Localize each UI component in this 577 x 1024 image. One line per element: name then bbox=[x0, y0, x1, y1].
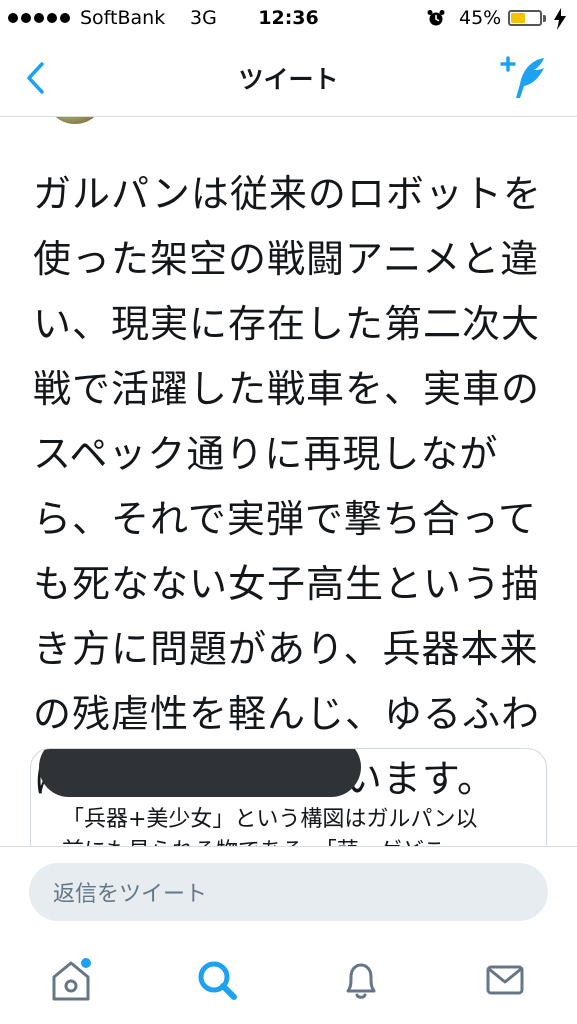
search-icon bbox=[198, 961, 237, 1000]
reply-input[interactable]: 返信をツイート bbox=[29, 863, 548, 921]
battery-tip bbox=[543, 15, 546, 22]
home-icon bbox=[52, 958, 91, 1001]
nav-header: ツイート bbox=[0, 40, 577, 117]
tweet-text: ガルパンは従来のロボットを使った架空の戦闘アニメと違い、現実に存在した第二次大戦… bbox=[33, 172, 542, 801]
tab-notifications[interactable] bbox=[316, 936, 406, 1024]
bell-icon bbox=[346, 963, 376, 999]
alarm-clock-icon bbox=[427, 10, 445, 26]
reply-bar: 返信をツイート bbox=[0, 846, 577, 937]
notification-dot bbox=[81, 958, 91, 968]
reply-placeholder: 返信をツイート bbox=[53, 882, 208, 907]
mail-icon bbox=[486, 965, 524, 995]
tab-search[interactable] bbox=[172, 936, 262, 1024]
battery-percentage: 45% bbox=[459, 7, 502, 29]
battery-icon bbox=[508, 10, 542, 26]
quoted-tweet-line: 「兵器+美少女」という構図はガルパン以 bbox=[62, 807, 478, 832]
page-title: ツイート bbox=[238, 65, 339, 94]
back-button[interactable] bbox=[20, 58, 54, 98]
tab-messages[interactable] bbox=[460, 936, 550, 1024]
compose-tweet-icon[interactable] bbox=[500, 54, 556, 102]
tab-home[interactable] bbox=[26, 936, 116, 1024]
status-bar: SoftBank 3G 12:36 45% bbox=[0, 0, 577, 38]
tab-bar bbox=[0, 936, 577, 1024]
charging-bolt-icon bbox=[554, 8, 566, 30]
redacted-author bbox=[39, 749, 361, 797]
